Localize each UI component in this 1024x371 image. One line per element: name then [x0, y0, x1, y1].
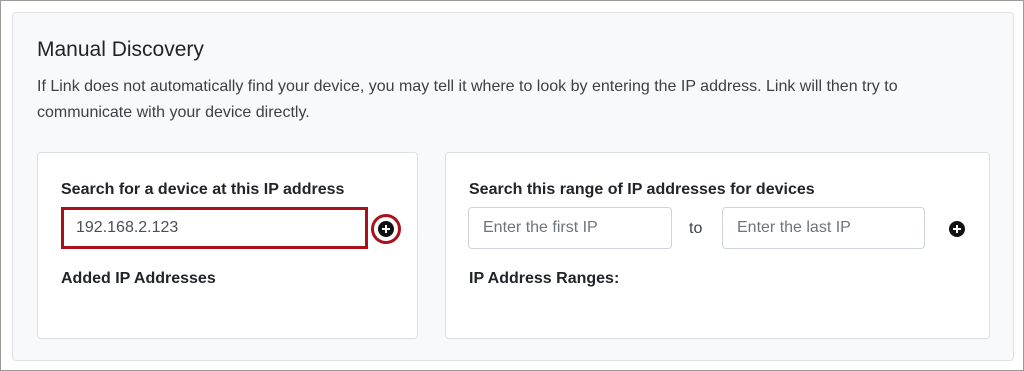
ip-address-ranges-heading: IP Address Ranges: [469, 270, 620, 287]
last-ip-input[interactable] [722, 207, 925, 249]
single-ip-card: Search for a device at this IP address A… [37, 152, 418, 339]
single-ip-label: Search for a device at this IP address [61, 181, 345, 198]
first-ip-input[interactable] [468, 207, 672, 249]
ip-range-label: Search this range of IP addresses for de… [469, 181, 815, 198]
add-ip-icon[interactable] [378, 221, 394, 237]
add-range-icon[interactable] [949, 221, 965, 237]
screenshot-frame: Manual Discovery If Link does not automa… [0, 0, 1024, 371]
added-ip-addresses-heading: Added IP Addresses [61, 270, 216, 287]
ip-range-card: Search this range of IP addresses for de… [445, 152, 990, 339]
section-description: If Link does not automatically find your… [37, 78, 898, 121]
range-separator: to [689, 220, 703, 237]
ip-address-input[interactable] [61, 207, 368, 249]
section-title: Manual Discovery [37, 38, 204, 61]
